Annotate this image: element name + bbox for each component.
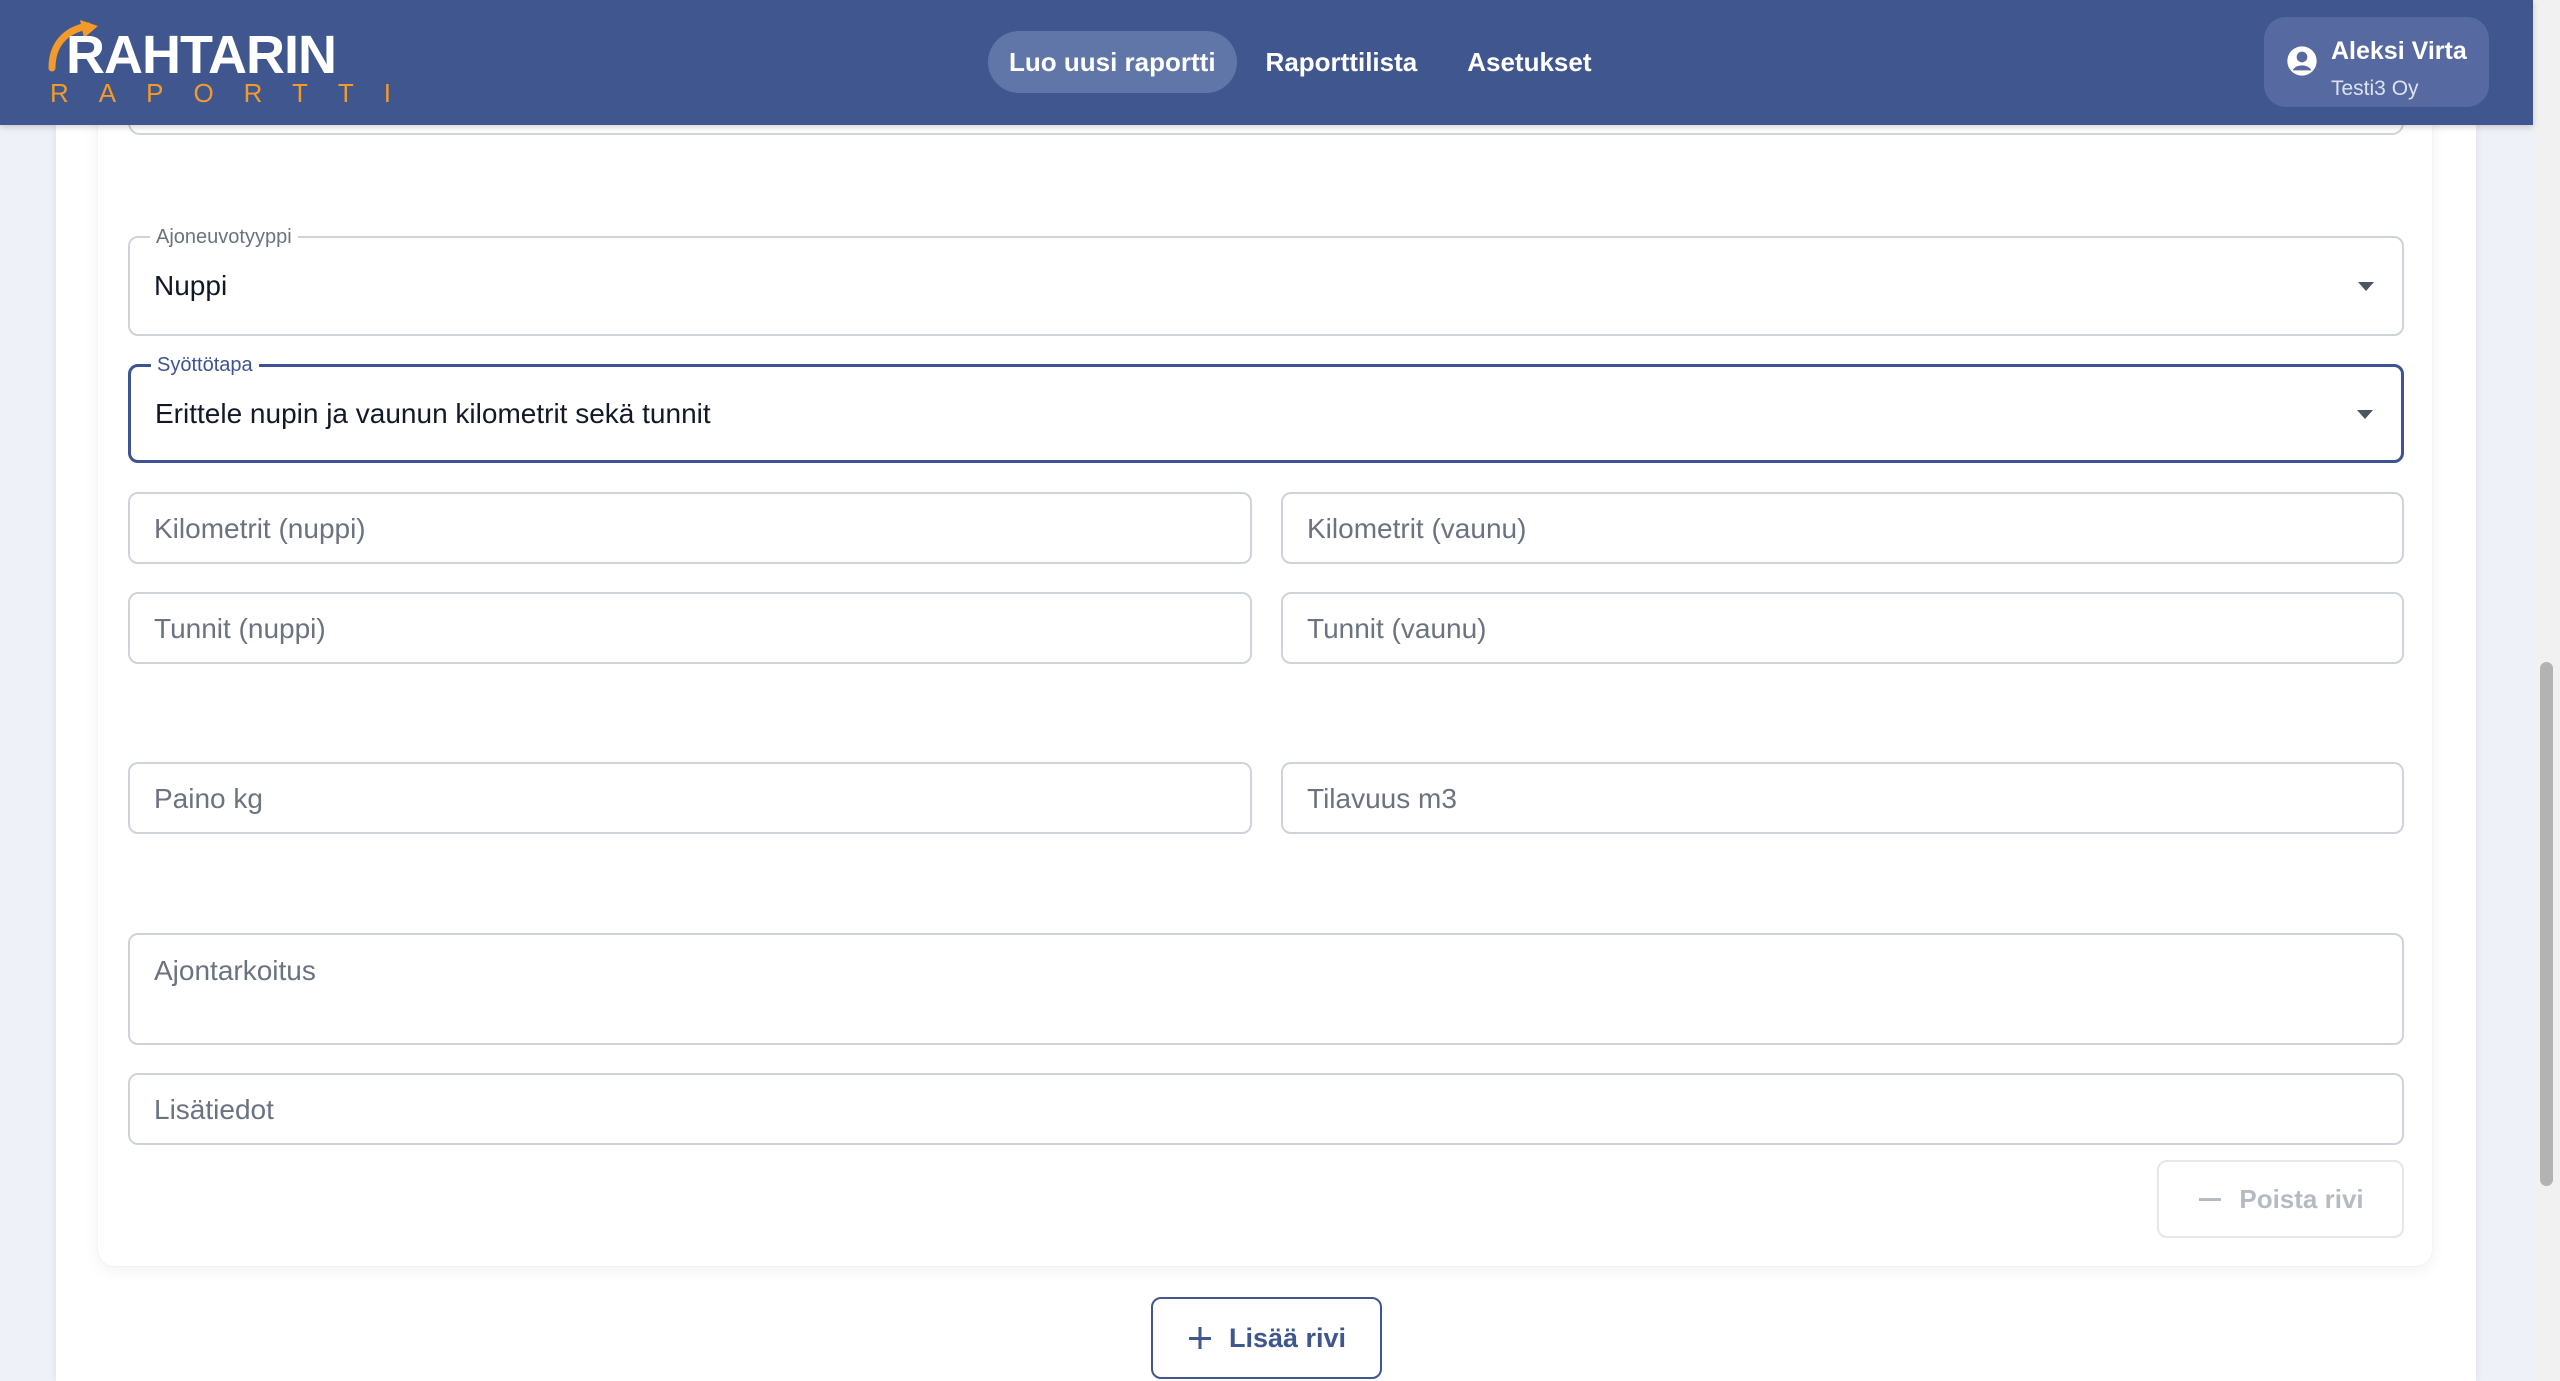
chevron-down-icon — [2358, 282, 2374, 291]
app-logo[interactable]: RAHTARIN RAPORTTI — [46, 18, 391, 108]
input-method-value: Erittele nupin ja vaunun kilometrit sekä… — [155, 398, 711, 429]
hours-trailer-input[interactable]: Tunnit (vaunu) — [1281, 592, 2404, 664]
account-circle-icon — [2287, 46, 2317, 76]
vehicle-type-value: Nuppi — [154, 270, 228, 301]
user-menu[interactable]: Aleksi Virta Testi3 Oy — [2264, 17, 2489, 107]
details-input[interactable]: Lisätiedot — [128, 1073, 2404, 1145]
top-navigation-bar: RAHTARIN RAPORTTI Luo uusi raportti Rapo… — [0, 0, 2533, 125]
chevron-down-icon — [2357, 410, 2373, 419]
details-placeholder: Lisätiedot — [154, 1094, 274, 1125]
minus-icon — [2197, 1186, 2223, 1212]
vehicle-type-label: Ajoneuvotyyppi — [150, 225, 298, 249]
scrollbar-thumb[interactable] — [2540, 662, 2553, 1186]
add-row-button[interactable]: Lisää rivi — [1151, 1297, 1382, 1379]
purpose-textarea[interactable]: Ajontarkoitus — [128, 933, 2404, 1045]
hours-tractor-placeholder: Tunnit (nuppi) — [154, 613, 326, 644]
km-tractor-placeholder: Kilometrit (nuppi) — [154, 513, 366, 544]
km-tractor-input[interactable]: Kilometrit (nuppi) — [128, 492, 1252, 564]
vehicle-type-select[interactable]: Ajoneuvotyyppi Nuppi — [128, 225, 2404, 336]
user-company: Testi3 Oy — [2331, 77, 2419, 100]
nav-settings[interactable]: Asetukset — [1446, 31, 1612, 93]
logo-subtitle: RAPORTTI — [50, 78, 421, 108]
user-name: Aleksi Virta — [2331, 37, 2467, 65]
weight-placeholder: Paino kg — [154, 783, 263, 814]
main-nav: Luo uusi raportti Raporttilista Asetukse… — [988, 30, 1621, 94]
volume-placeholder: Tilavuus m3 — [1307, 783, 1457, 814]
volume-input[interactable]: Tilavuus m3 — [1281, 762, 2404, 834]
km-trailer-input[interactable]: Kilometrit (vaunu) — [1281, 492, 2404, 564]
delete-row-button[interactable]: Poista rivi — [2157, 1160, 2404, 1238]
input-method-label: Syöttötapa — [151, 353, 259, 377]
hours-trailer-placeholder: Tunnit (vaunu) — [1307, 613, 1487, 644]
nav-create-report[interactable]: Luo uusi raportti — [988, 31, 1237, 93]
add-row-label: Lisää rivi — [1228, 1322, 1347, 1353]
hours-tractor-input[interactable]: Tunnit (nuppi) — [128, 592, 1252, 664]
weight-input[interactable]: Paino kg — [128, 762, 1252, 834]
km-trailer-placeholder: Kilometrit (vaunu) — [1307, 513, 1527, 544]
logo-title: RAHTARIN — [66, 25, 337, 85]
delete-row-label: Poista rivi — [2239, 1183, 2364, 1214]
nav-report-list[interactable]: Raporttilista — [1245, 31, 1439, 93]
purpose-placeholder: Ajontarkoitus — [154, 955, 316, 986]
input-method-select[interactable]: Syöttötapa Erittele nupin ja vaunun kilo… — [128, 353, 2404, 463]
plus-icon — [1187, 1325, 1213, 1351]
